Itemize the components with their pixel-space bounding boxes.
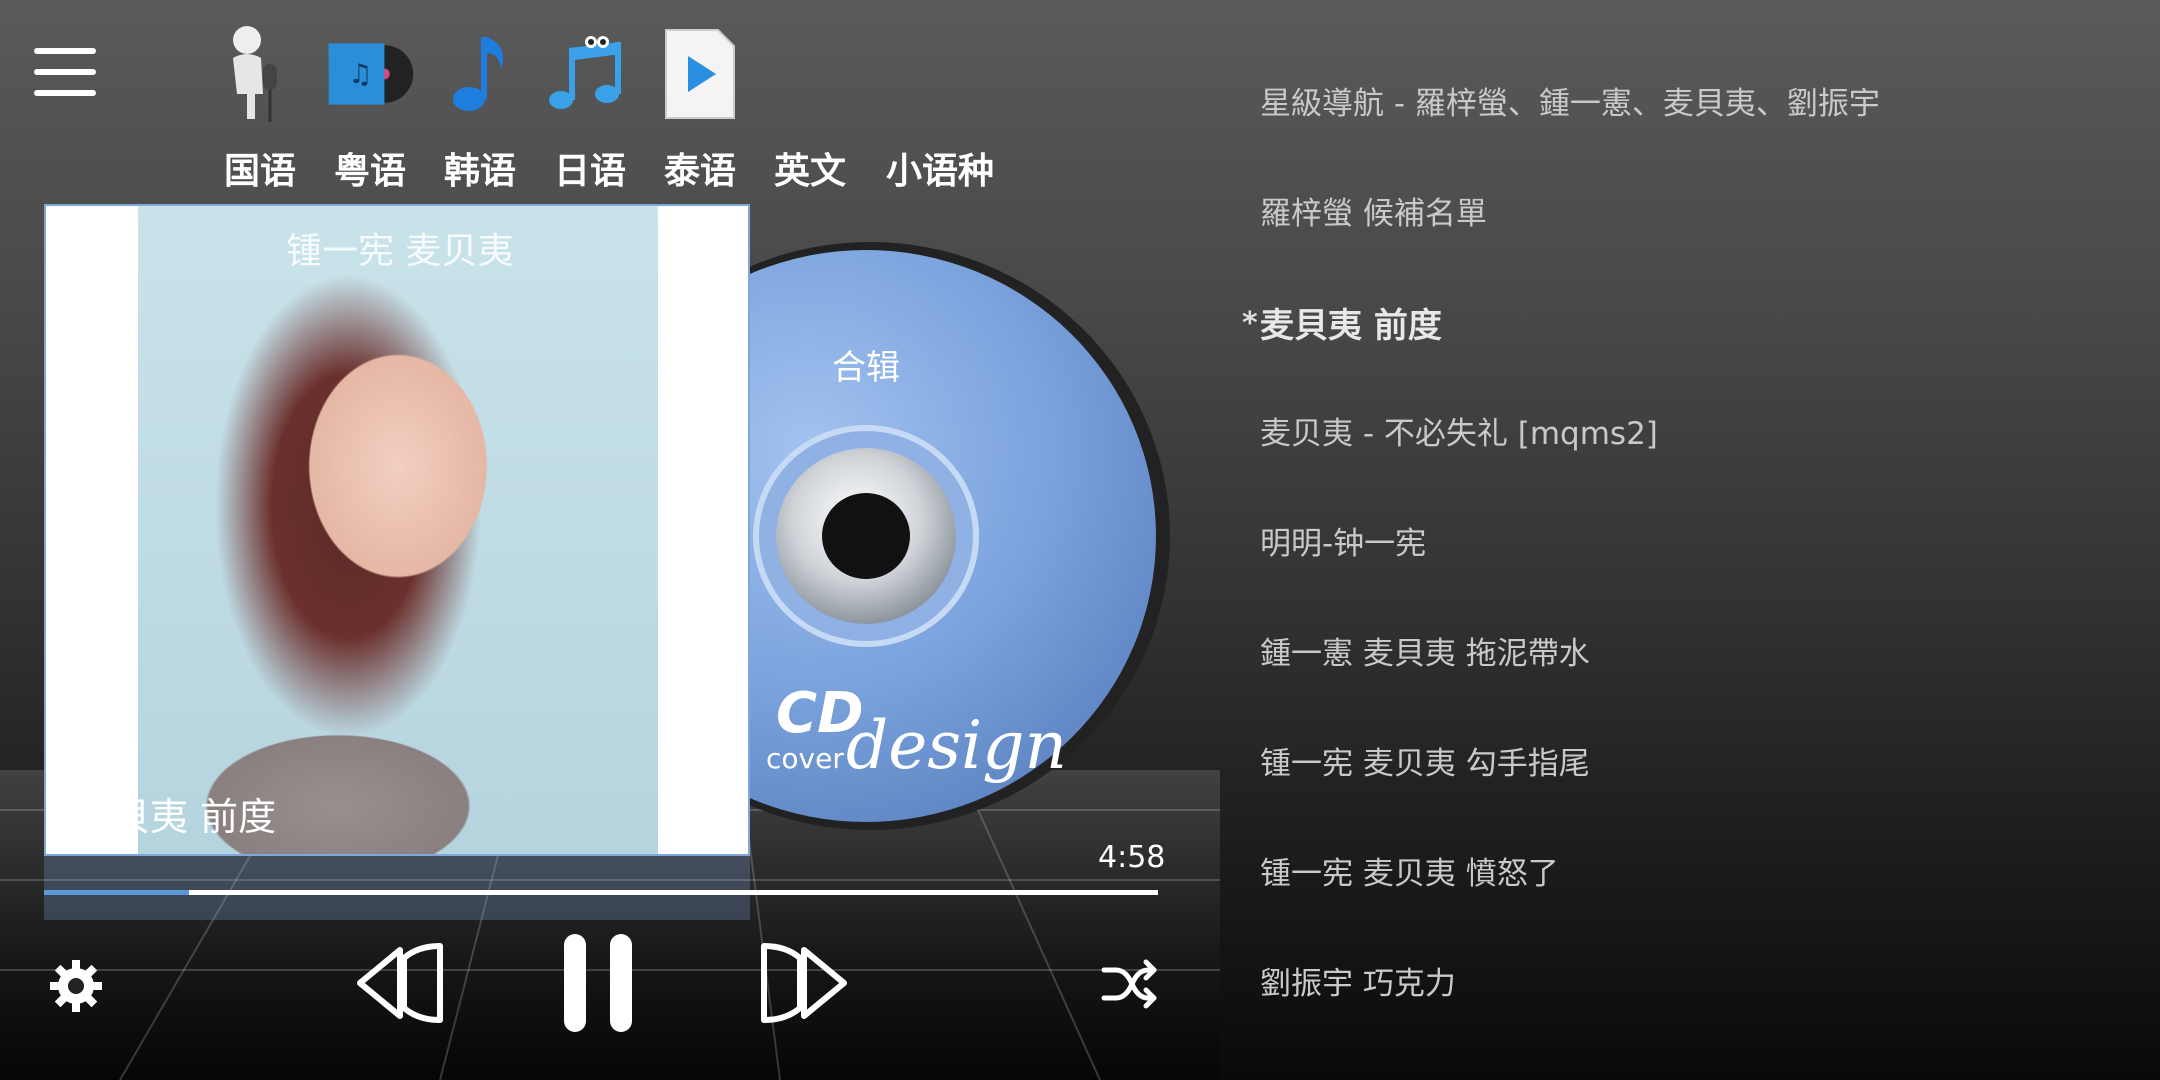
tab-label: 粤语 (333, 151, 406, 192)
track-duration: 4:58 (1098, 840, 1166, 875)
playlist-item-title: 明明-钟一宪 (1260, 526, 1427, 562)
music-notes-cartoon-icon (545, 24, 635, 124)
pause-icon (564, 934, 632, 1032)
playlist-item-title: 劉振宇 巧克力 (1260, 966, 1456, 1002)
playlist-item[interactable]: 星級導航 - 羅梓螢、鍾一憲、麦貝夷、劉振宇 (1260, 78, 2140, 123)
tab-korean[interactable]: 韩语 (430, 24, 530, 194)
playlist-item[interactable]: 劉振宇 巧克力 (1260, 958, 2140, 1003)
cd-script-text: design (846, 707, 1067, 784)
now-playing-marker: * (1242, 306, 1258, 341)
playlist-item[interactable]: 锺一宪 麦贝夷 憤怒了 (1260, 848, 2140, 893)
tab-icon-placeholder (765, 24, 855, 124)
tab-english[interactable]: 英文 (760, 24, 860, 194)
progress-fill (44, 890, 189, 895)
music-note-icon (435, 24, 525, 124)
tab-label: 日语 (553, 151, 626, 192)
play-document-icon (655, 24, 745, 124)
gear-icon (50, 960, 102, 1012)
tab-label: 小语种 (885, 151, 994, 192)
tab-thai[interactable]: 泰语 (650, 24, 750, 194)
playlist-item[interactable]: 锺一宪 麦贝夷 勾手指尾 (1260, 738, 2140, 783)
shuffle-button[interactable] (1100, 956, 1158, 1016)
microphone-person-icon (215, 24, 305, 124)
playlist-item-title: 麦贝夷 - 不必失礼 [mqms2] (1260, 416, 1658, 452)
album-title-overlay: 麦貝夷 前度 (74, 795, 277, 839)
playlist-item[interactable]: 麦贝夷 - 不必失礼 [mqms2] (1260, 408, 2140, 453)
next-button[interactable] (756, 938, 852, 1032)
svg-text:♫: ♫ (348, 59, 372, 90)
playlist-item-title: 锺一宪 麦贝夷 勾手指尾 (1260, 746, 1590, 782)
tab-icon-placeholder (895, 24, 985, 124)
tab-label: 韩语 (443, 151, 516, 192)
tab-label: 国语 (223, 151, 296, 192)
playlist-item-title: 羅梓螢 候補名單 (1260, 196, 1487, 232)
playlist-item-title: 鍾一憲 麦貝夷 拖泥帶水 (1260, 636, 1590, 672)
album-art[interactable]: 锺一宪 麦贝夷 麦貝夷 前度 (44, 204, 750, 856)
tab-japanese[interactable]: 日语 (540, 24, 640, 194)
playlist-item[interactable]: 鍾一憲 麦貝夷 拖泥帶水 (1260, 628, 2140, 673)
shuffle-icon (1101, 959, 1157, 1009)
playlist-item-title: 星級導航 - 羅梓螢、鍾一憲、麦貝夷、劉振宇 (1260, 86, 1880, 122)
playlist-item-title: 麦貝夷 前度 (1260, 306, 1442, 346)
playlist-item[interactable]: 羅梓螢 候補名單 (1260, 188, 2140, 233)
settings-button[interactable] (46, 956, 106, 1020)
music-album-icon: ♫ (325, 24, 415, 124)
tab-label: 英文 (773, 151, 846, 192)
previous-icon (357, 943, 443, 1023)
tab-cantonese[interactable]: ♫ 粤语 (320, 24, 420, 194)
playlist-item[interactable]: 明明-钟一宪 (1260, 518, 2140, 563)
album-artist-overlay: 锺一宪 麦贝夷 (286, 231, 514, 272)
playlist-item-title: 锺一宪 麦贝夷 憤怒了 (1260, 856, 1559, 892)
pause-button[interactable] (560, 930, 636, 1040)
cd-disc: CD cover design (570, 242, 1170, 830)
menu-button[interactable] (34, 48, 96, 102)
previous-button[interactable] (352, 938, 448, 1032)
tab-mandarin[interactable]: 国语 (210, 24, 310, 194)
tab-label: 泰语 (663, 151, 736, 192)
tab-other-languages[interactable]: 小语种 (880, 24, 1000, 194)
playlist-item-active[interactable]: * 麦貝夷 前度 (1242, 298, 2140, 347)
next-icon (761, 943, 847, 1023)
progress-bar[interactable] (44, 890, 1158, 895)
cd-sub-text: cover (766, 742, 844, 775)
album-photo (138, 206, 658, 854)
cd-label: 合辑 (832, 348, 900, 388)
